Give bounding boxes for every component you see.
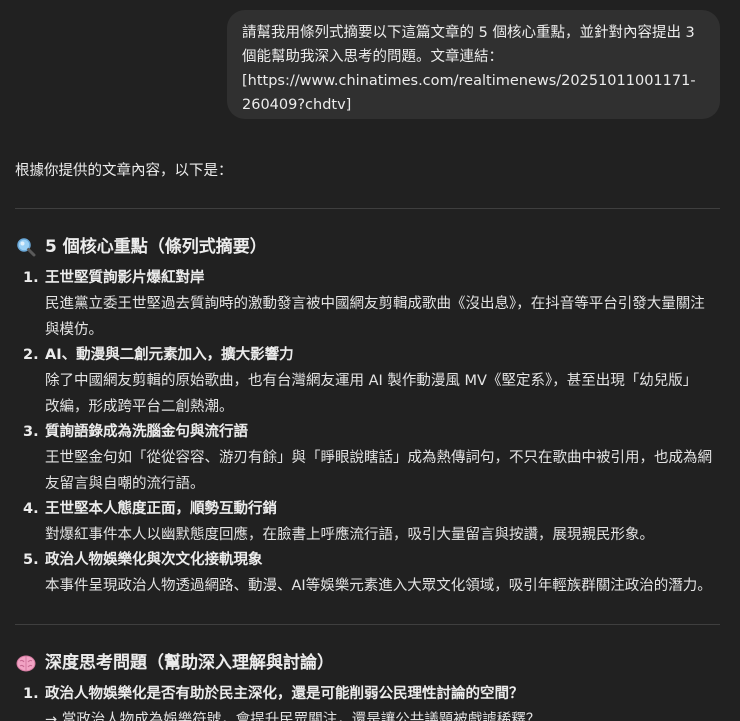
list-number: 1.: [23, 686, 39, 702]
description-line: 與模仿。: [45, 322, 103, 338]
list-item-description: 王世堅金句如「從從容容、游刃有餘」與「睜眼說瞎話」成為熱傳詞句，不只在歌曲中被引…: [45, 445, 712, 497]
list-item-title: AI、動漫與二創元素加入，擴大影響力: [45, 347, 294, 363]
description-line: 除了中國網友剪輯的原始歌曲，也有台灣網友運用 AI 製作動漫風 MV《堅定系》，…: [45, 373, 698, 389]
list-item-description: 對爆紅事件本人以幽默態度回應，在臉書上呼應流行語，吸引大量留言與按讚，展現親民形…: [45, 522, 654, 548]
list-item-title: 政治人物娛樂化是否有助於民主深化，還是可能削弱公民理性討論的空間？: [45, 686, 524, 702]
section-heading-questions: 深度思考問題（幫助深入理解與討論）: [15, 651, 334, 675]
list-item: 5. 政治人物娛樂化與次文化接軌現象 本事件呈現政治人物透過網路、動漫、AI等娛…: [15, 547, 720, 599]
list-item: 1. 政治人物娛樂化是否有助於民主深化，還是可能削弱公民理性討論的空間？ → 當…: [15, 681, 720, 721]
list-item-title: 質詢語錄成為洗腦金句與流行語: [45, 424, 248, 440]
list-item: 4. 王世堅本人態度正面，順勢互動行銷 對爆紅事件本人以幽默態度回應，在臉書上呼…: [15, 496, 720, 548]
list-number: 1.: [23, 270, 39, 286]
user-message-bubble: 請幫我用條列式摘要以下這篇文章的 5 個核心重點，並針對內容提出 3 個能幫助我…: [227, 10, 720, 119]
assistant-intro: 根據你提供的文章內容，以下是：: [15, 163, 233, 179]
divider: [15, 208, 720, 209]
list-item-description: 民進黨立委王世堅過去質詢時的激動發言被中國網友剪輯成歌曲《沒出息》，在抖音等平台…: [45, 291, 705, 343]
list-item: 3. 質詢語錄成為洗腦金句與流行語 王世堅金句如「從從容容、游刃有餘」與「睜眼說…: [15, 419, 720, 497]
section-heading-text: 5 個核心重點（條列式摘要）: [45, 237, 267, 257]
list-item: 1. 王世堅質詢影片爆紅對岸 民進黨立委王世堅過去質詢時的激動發言被中國網友剪輯…: [15, 265, 720, 343]
magnifier-icon: [15, 236, 37, 258]
list-number: 2.: [23, 347, 39, 363]
brain-icon: [15, 652, 37, 674]
list-number: 5.: [23, 552, 39, 568]
description-line: 民進黨立委王世堅過去質詢時的激動發言被中國網友剪輯成歌曲《沒出息》，在抖音等平台…: [45, 296, 705, 312]
section-heading-summary: 5 個核心重點（條列式摘要）: [15, 235, 267, 259]
list-number: 4.: [23, 501, 39, 517]
description-line: 友留言與自嘲的流行語。: [45, 476, 205, 492]
user-message-line: 請幫我用條列式摘要以下這篇文章的 5 個核心重點，並針對內容提出 3: [242, 25, 695, 41]
list-item-title: 政治人物娛樂化與次文化接軌現象: [45, 552, 263, 568]
list-item-title: 王世堅本人態度正面，順勢互動行銷: [45, 501, 277, 517]
user-message-line: 260409?chdtv]: [242, 97, 352, 113]
list-item-description: 本事件呈現政治人物透過網路、動漫、AI等娛樂元素進入大眾文化領域，吸引年輕族群關…: [45, 573, 712, 599]
description-line: 本事件呈現政治人物透過網路、動漫、AI等娛樂元素進入大眾文化領域，吸引年輕族群關…: [45, 578, 712, 594]
description-line: 對爆紅事件本人以幽默態度回應，在臉書上呼應流行語，吸引大量留言與按讚，展現親民形…: [45, 527, 654, 543]
user-message-line: [https://www.chinatimes.com/realtimenews…: [242, 73, 696, 89]
list-item: 2. AI、動漫與二創元素加入，擴大影響力 除了中國網友剪輯的原始歌曲，也有台灣…: [15, 342, 720, 420]
divider: [15, 624, 720, 625]
list-item-title: 王世堅質詢影片爆紅對岸: [45, 270, 205, 286]
description-line: → 當政治人物成為娛樂符號，會提升民眾關注，還是讓公共議題被戲謔稀釋？: [45, 712, 541, 721]
list-number: 3.: [23, 424, 39, 440]
list-item-description: 除了中國網友剪輯的原始歌曲，也有台灣網友運用 AI 製作動漫風 MV《堅定系》，…: [45, 368, 697, 420]
description-line: 改編，形成跨平台二創熱潮。: [45, 399, 234, 415]
user-message-line: 個能幫助我深入思考的問題。文章連結：: [242, 49, 503, 65]
section-heading-text: 深度思考問題（幫助深入理解與討論）: [45, 653, 334, 673]
list-item-description: → 當政治人物成為娛樂符號，會提升民眾關注，還是讓公共議題被戲謔稀釋？: [45, 707, 540, 721]
description-line: 王世堅金句如「從從容容、游刃有餘」與「睜眼說瞎話」成為熱傳詞句，不只在歌曲中被引…: [45, 450, 712, 466]
